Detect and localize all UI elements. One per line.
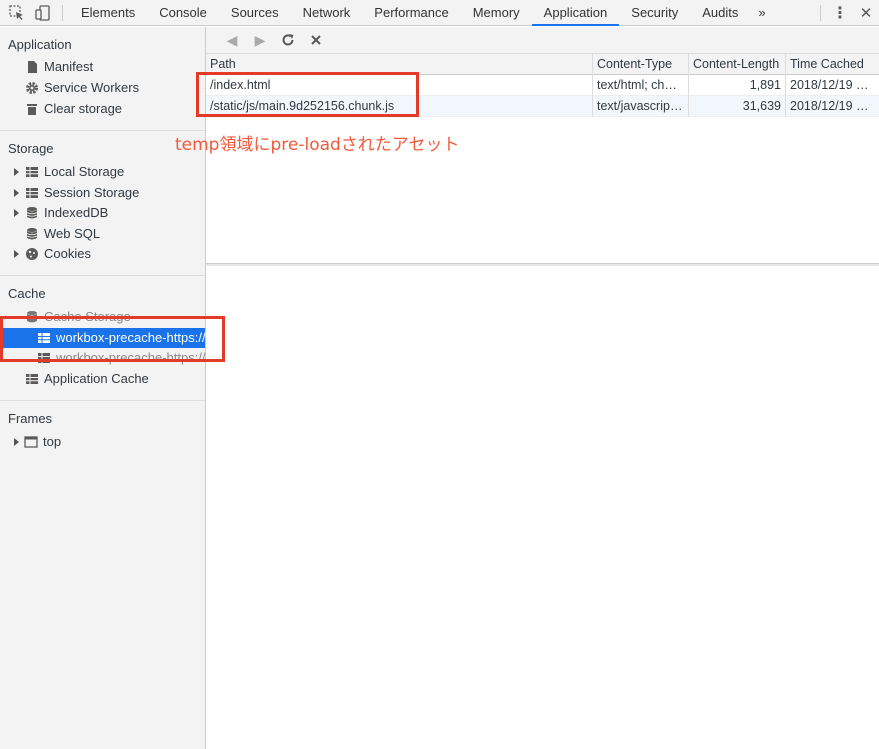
sidebar-item-label: Local Storage <box>44 164 125 179</box>
cell-time-cached: 2018/12/19 0… <box>790 99 876 113</box>
more-menu-icon[interactable]: ⋮ <box>827 0 853 26</box>
cache-toolbar: ◀ ▶ <box>206 27 879 54</box>
tab-network[interactable]: Network <box>291 0 363 26</box>
database-icon <box>25 227 39 241</box>
cell-content-length: 1,891 <box>689 75 786 96</box>
tab-elements[interactable]: Elements <box>69 0 147 26</box>
trash-icon <box>25 102 39 116</box>
database-icon <box>25 206 39 220</box>
sidebar-item-manifest[interactable]: Manifest <box>25 57 93 77</box>
section-title-storage: Storage <box>8 141 54 156</box>
table-icon <box>25 372 39 386</box>
sidebar-item-application-cache[interactable]: Application Cache <box>25 369 149 389</box>
expand-arrow-icon[interactable] <box>14 250 19 258</box>
sidebar-item-clear-storage[interactable]: Clear storage <box>25 99 122 119</box>
sidebar-item-label: top <box>43 434 62 449</box>
delete-entry-icon[interactable] <box>302 30 330 50</box>
device-toolbar-icon[interactable] <box>30 0 56 26</box>
cell-content-type: text/html; ch… <box>593 75 689 96</box>
sidebar-item-label: Clear storage <box>44 101 123 116</box>
sidebar-item-label: Session Storage <box>44 185 140 200</box>
column-header-time-cached[interactable]: Time Cached <box>786 54 879 75</box>
section-title-frames: Frames <box>8 411 53 426</box>
sidebar-item-local-storage[interactable]: Local Storage <box>25 162 124 182</box>
frame-icon <box>24 435 38 449</box>
sidebar-item-label: Service Workers <box>44 80 140 95</box>
tab-console[interactable]: Console <box>147 0 219 26</box>
section-divider <box>0 400 205 401</box>
sidebar-item-label: Web SQL <box>44 226 101 241</box>
refresh-icon[interactable] <box>274 30 302 50</box>
cell-content-type: text/javascrip… <box>593 96 689 117</box>
devtools-tabbar: Elements Console Sources Network Perform… <box>0 0 879 26</box>
column-header-content-length[interactable]: Content-Length <box>689 54 786 75</box>
gear-icon <box>25 81 39 95</box>
sidebar-item-cookies[interactable]: Cookies <box>25 244 91 264</box>
previous-page-icon[interactable]: ◀ <box>218 30 246 50</box>
sidebar-item-service-workers[interactable]: Service Workers <box>25 78 139 98</box>
inspect-element-icon[interactable] <box>4 0 30 26</box>
section-title-cache: Cache <box>8 286 46 301</box>
section-title-application: Application <box>8 37 72 52</box>
sidebar-item-label: Application Cache <box>44 371 149 386</box>
sidebar-item-label: IndexedDB <box>44 205 109 220</box>
tab-audits[interactable]: Audits <box>690 0 750 26</box>
expand-arrow-icon[interactable] <box>14 189 19 197</box>
sidebar-item-label: Manifest <box>44 59 94 74</box>
more-tabs-button[interactable]: » <box>750 0 773 26</box>
tab-security[interactable]: Security <box>619 0 690 26</box>
sidebar-item-frame-top[interactable]: top <box>24 432 61 452</box>
tab-application[interactable]: Application <box>531 0 620 26</box>
tab-memory[interactable]: Memory <box>461 0 532 26</box>
cell-content-length: 31,639 <box>689 96 786 117</box>
sidebar-item-label: Cookies <box>44 246 91 261</box>
highlight-box-cache <box>0 316 225 362</box>
expand-arrow-icon[interactable] <box>14 209 19 217</box>
toolbar-divider <box>62 4 63 21</box>
tab-performance[interactable]: Performance <box>362 0 460 26</box>
expand-arrow-icon[interactable] <box>14 438 19 446</box>
annotation-note: temp領域にpre-loadされたアセット <box>175 135 460 155</box>
sidebar-item-indexeddb[interactable]: IndexedDB <box>25 203 108 223</box>
next-page-icon[interactable]: ▶ <box>246 30 274 50</box>
section-divider <box>0 275 205 276</box>
column-header-content-type[interactable]: Content-Type <box>593 54 689 75</box>
document-icon <box>25 60 39 74</box>
highlight-box-assets <box>196 72 419 117</box>
expand-arrow-icon[interactable] <box>14 168 19 176</box>
toolbar-divider <box>820 5 821 21</box>
table-icon <box>25 186 39 200</box>
preview-split-handle[interactable] <box>206 263 879 266</box>
tab-sources[interactable]: Sources <box>219 0 291 26</box>
table-icon <box>25 165 39 179</box>
sidebar-item-session-storage[interactable]: Session Storage <box>25 183 139 203</box>
close-devtools-icon[interactable]: ✕ <box>853 0 879 26</box>
sidebar-item-web-sql[interactable]: Web SQL <box>25 224 100 244</box>
panel-tabs: Elements Console Sources Network Perform… <box>69 0 774 26</box>
cell-time-cached: 2018/12/19 0… <box>790 78 876 92</box>
cookie-icon <box>25 247 39 261</box>
topbar-actions: ⋮ ✕ <box>814 0 879 26</box>
